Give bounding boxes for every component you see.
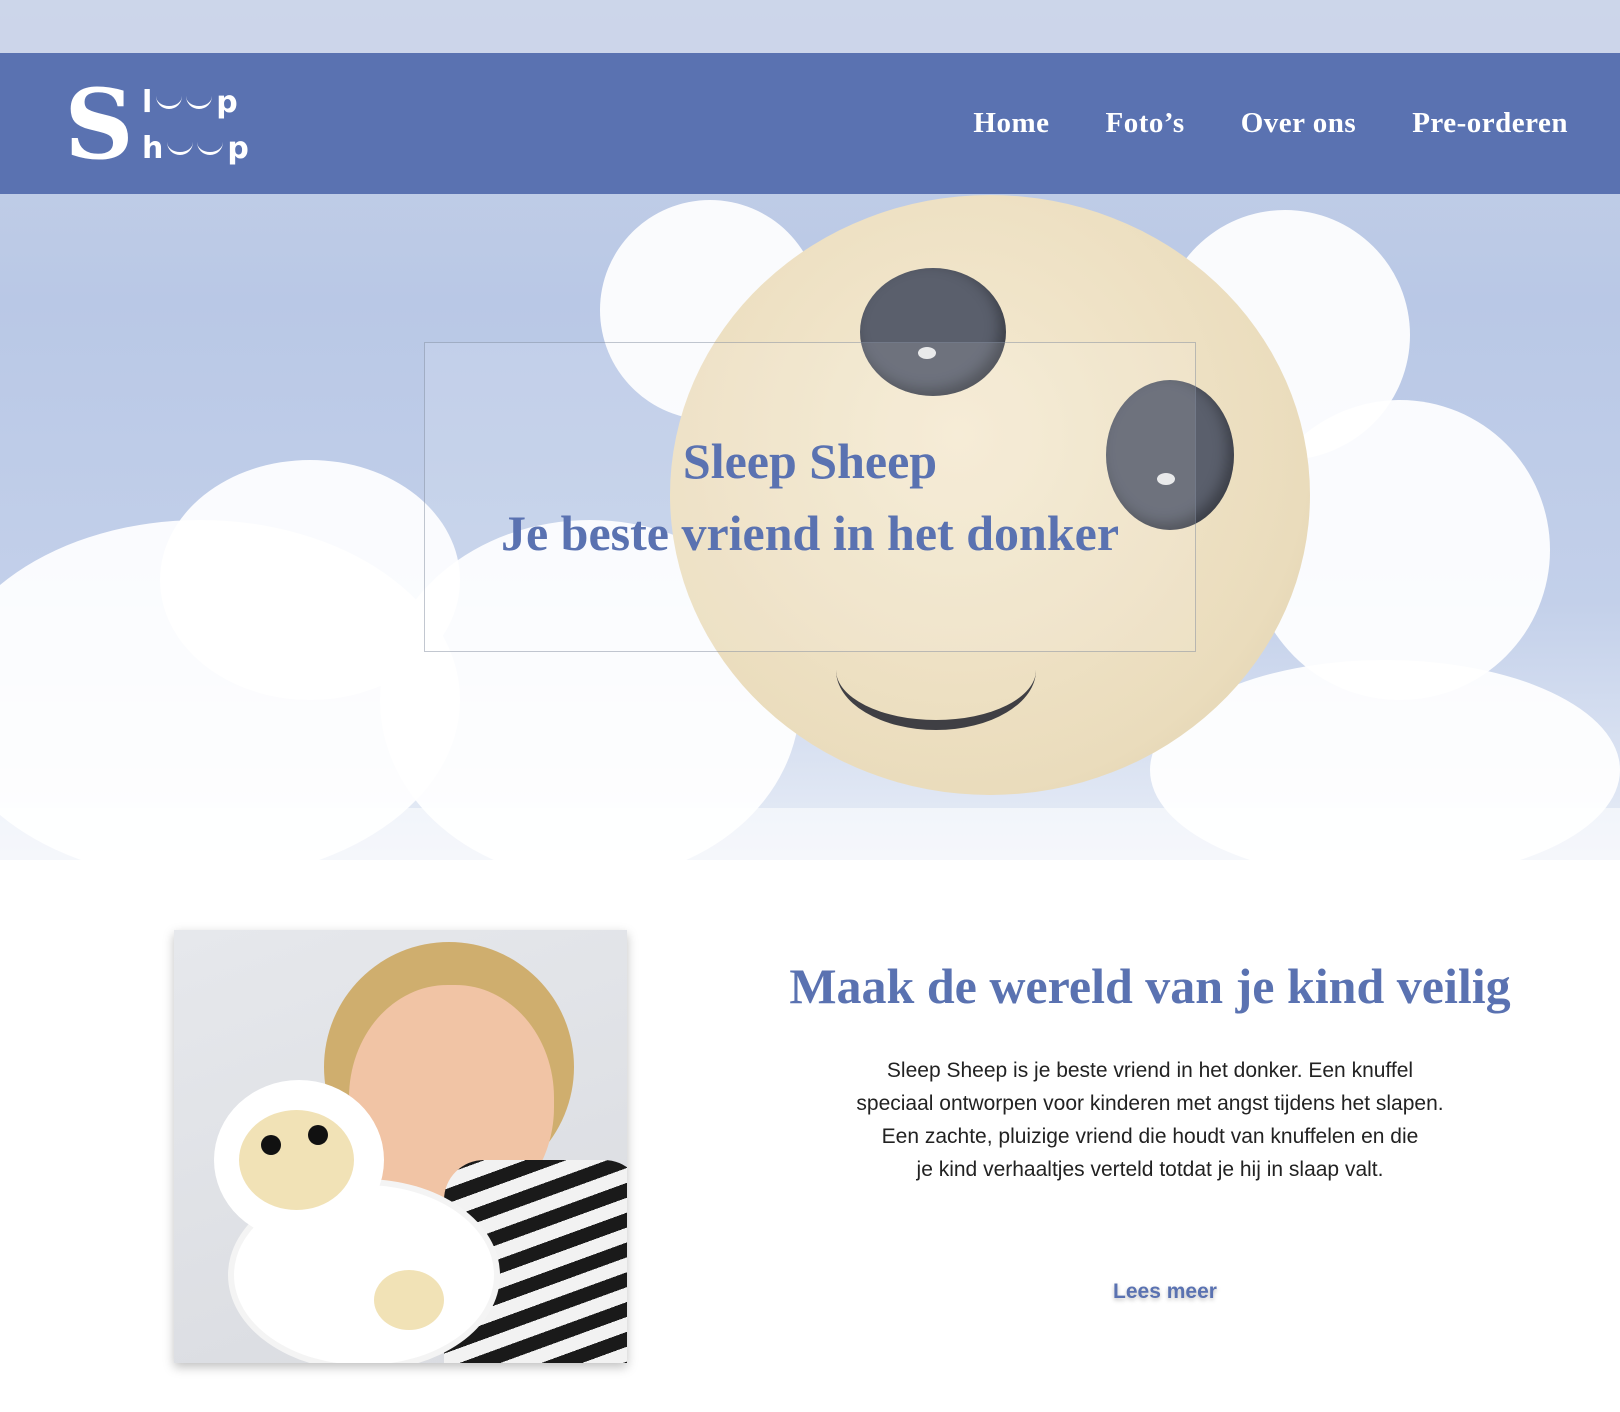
section-heading: Maak de wereld van je kind veilig bbox=[789, 958, 1511, 1014]
top-strip bbox=[0, 0, 1620, 53]
closed-eye-icon bbox=[167, 138, 194, 155]
child-with-sheep-photo bbox=[174, 930, 627, 1363]
nav-preorder[interactable]: Pre-orderen bbox=[1412, 107, 1568, 140]
body-line: Sleep Sheep is je beste vriend in het do… bbox=[886, 1059, 1414, 1082]
body-line: je kind verhaaltjes verteld totdat je hi… bbox=[916, 1158, 1384, 1181]
logo-letter: h bbox=[142, 131, 164, 166]
closed-eye-icon bbox=[156, 92, 183, 109]
logo-row-sleep: l p bbox=[142, 83, 238, 123]
photo-lamb-face bbox=[239, 1110, 354, 1210]
logo-row-sheep: h p bbox=[142, 129, 249, 169]
logo[interactable]: S l p h p bbox=[62, 68, 262, 181]
read-more-link[interactable]: Lees meer bbox=[1050, 1280, 1280, 1304]
nav-home[interactable]: Home bbox=[973, 107, 1049, 140]
hero-title: Sleep Sheep bbox=[682, 433, 938, 489]
photo-lamb-eye bbox=[308, 1125, 328, 1145]
logo-letter: p bbox=[216, 85, 238, 120]
navbar: S l p h p Home Foto’s Over ons Pre-order… bbox=[0, 53, 1620, 194]
logo-letter: l bbox=[142, 85, 153, 120]
section-body: Sleep Sheep is je beste vriend in het do… bbox=[790, 1054, 1510, 1186]
hero-subtitle: Je beste vriend in het donker bbox=[500, 505, 1120, 561]
body-line: speciaal ontworpen voor kinderen met ang… bbox=[856, 1092, 1444, 1115]
main-nav: Home Foto’s Over ons Pre-orderen bbox=[973, 53, 1568, 194]
logo-letter: S bbox=[64, 68, 134, 181]
body-line: Een zachte, pluizige vriend die houdt va… bbox=[881, 1125, 1419, 1148]
nav-photos[interactable]: Foto’s bbox=[1105, 107, 1184, 140]
closed-eye-icon bbox=[197, 138, 224, 155]
photo-lamb-eye bbox=[261, 1135, 281, 1155]
hero-fade bbox=[0, 808, 1620, 860]
closed-eye-icon bbox=[186, 92, 213, 109]
hero-text-box: Sleep Sheep Je beste vriend in het donke… bbox=[424, 342, 1196, 652]
nav-about[interactable]: Over ons bbox=[1241, 107, 1356, 140]
logo-letter: p bbox=[227, 131, 249, 166]
photo-lamb-foot bbox=[374, 1270, 444, 1330]
